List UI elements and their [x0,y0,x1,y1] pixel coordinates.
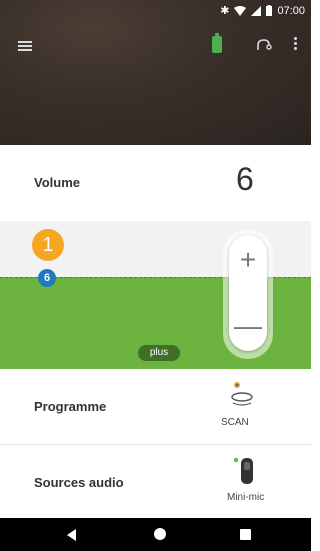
menu-icon[interactable] [18,41,32,51]
wifi-icon [234,5,247,16]
status-bar: ✱ 07:00 [0,0,311,22]
volume-label: Volume [34,175,80,190]
level-marker-badge: 1 [32,229,64,261]
volume-down-button[interactable]: — [229,306,267,346]
hearing-aid-battery-icon [212,33,222,53]
current-level-badge: 6 [38,269,56,287]
signal-icon [251,5,262,16]
hearing-aid-icon[interactable] [255,36,273,54]
back-icon[interactable] [67,529,76,541]
battery-icon [266,5,273,16]
mini-mic-icon [233,457,253,484]
sources-row[interactable]: Sources audio Mini-mic [0,445,311,517]
programme-label: Programme [34,399,107,414]
volume-row: Volume 6 [0,145,311,222]
volume-value: 6 [236,161,254,197]
plus-badge: plus [138,345,180,361]
android-nav-bar [0,518,311,551]
sources-sub: Mini-mic [227,492,265,503]
home-icon[interactable] [154,528,166,540]
programme-row[interactable]: Programme SCAN [0,369,311,445]
volume-up-button[interactable]: + [229,240,267,280]
app-header: ✱ 07:00 [0,0,311,145]
app-bar [0,33,311,62]
recent-apps-icon[interactable] [240,529,251,540]
more-options-icon[interactable] [294,37,298,51]
scan-icon [231,382,253,406]
programme-sub: SCAN [221,417,249,428]
status-time: 07:00 [277,4,305,17]
status-icons: ✱ 07:00 [220,4,305,18]
bluetooth-icon: ✱ [220,5,230,17]
sources-label: Sources audio [34,475,124,490]
